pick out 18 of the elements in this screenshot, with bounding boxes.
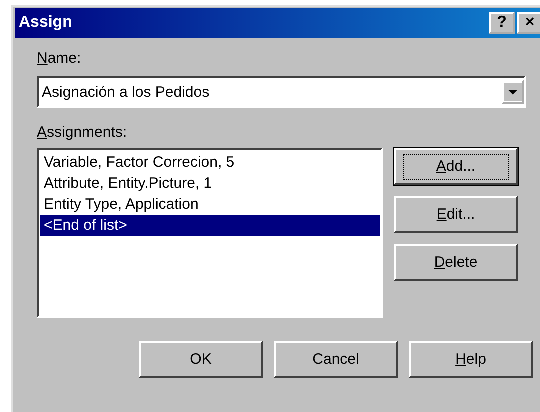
action-button[interactable]: Add... (394, 148, 518, 185)
dialog-button[interactable]: Cancel (274, 341, 398, 378)
assignments-list[interactable]: Variable, Factor Correcion, 5 Attribute, Entity.Picture, 1 Entity Type, Application <End of list> (37, 148, 383, 318)
assignments-label: Assignments: (37, 123, 128, 143)
dialog-button[interactable]: OK (139, 341, 263, 378)
name-label: Name: (37, 49, 82, 69)
dialog-button[interactable]: Help (409, 341, 533, 378)
list-item[interactable]: Variable, Factor Correcion, 5 (40, 152, 380, 173)
list-item[interactable]: Attribute, Entity.Picture, 1 (40, 173, 380, 194)
help-button[interactable]: ? (489, 12, 515, 34)
name-dropdown[interactable]: Asignación a los Pedidos (37, 76, 526, 108)
close-button[interactable]: × (517, 12, 540, 34)
list-item[interactable]: Entity Type, Application (40, 194, 380, 215)
action-button[interactable]: Delete (394, 244, 518, 281)
action-button[interactable]: Edit... (394, 196, 518, 233)
window-title: Assign (19, 14, 72, 32)
dropdown-arrow-icon[interactable] (502, 80, 524, 104)
list-item[interactable]: <End of list> (40, 215, 380, 236)
